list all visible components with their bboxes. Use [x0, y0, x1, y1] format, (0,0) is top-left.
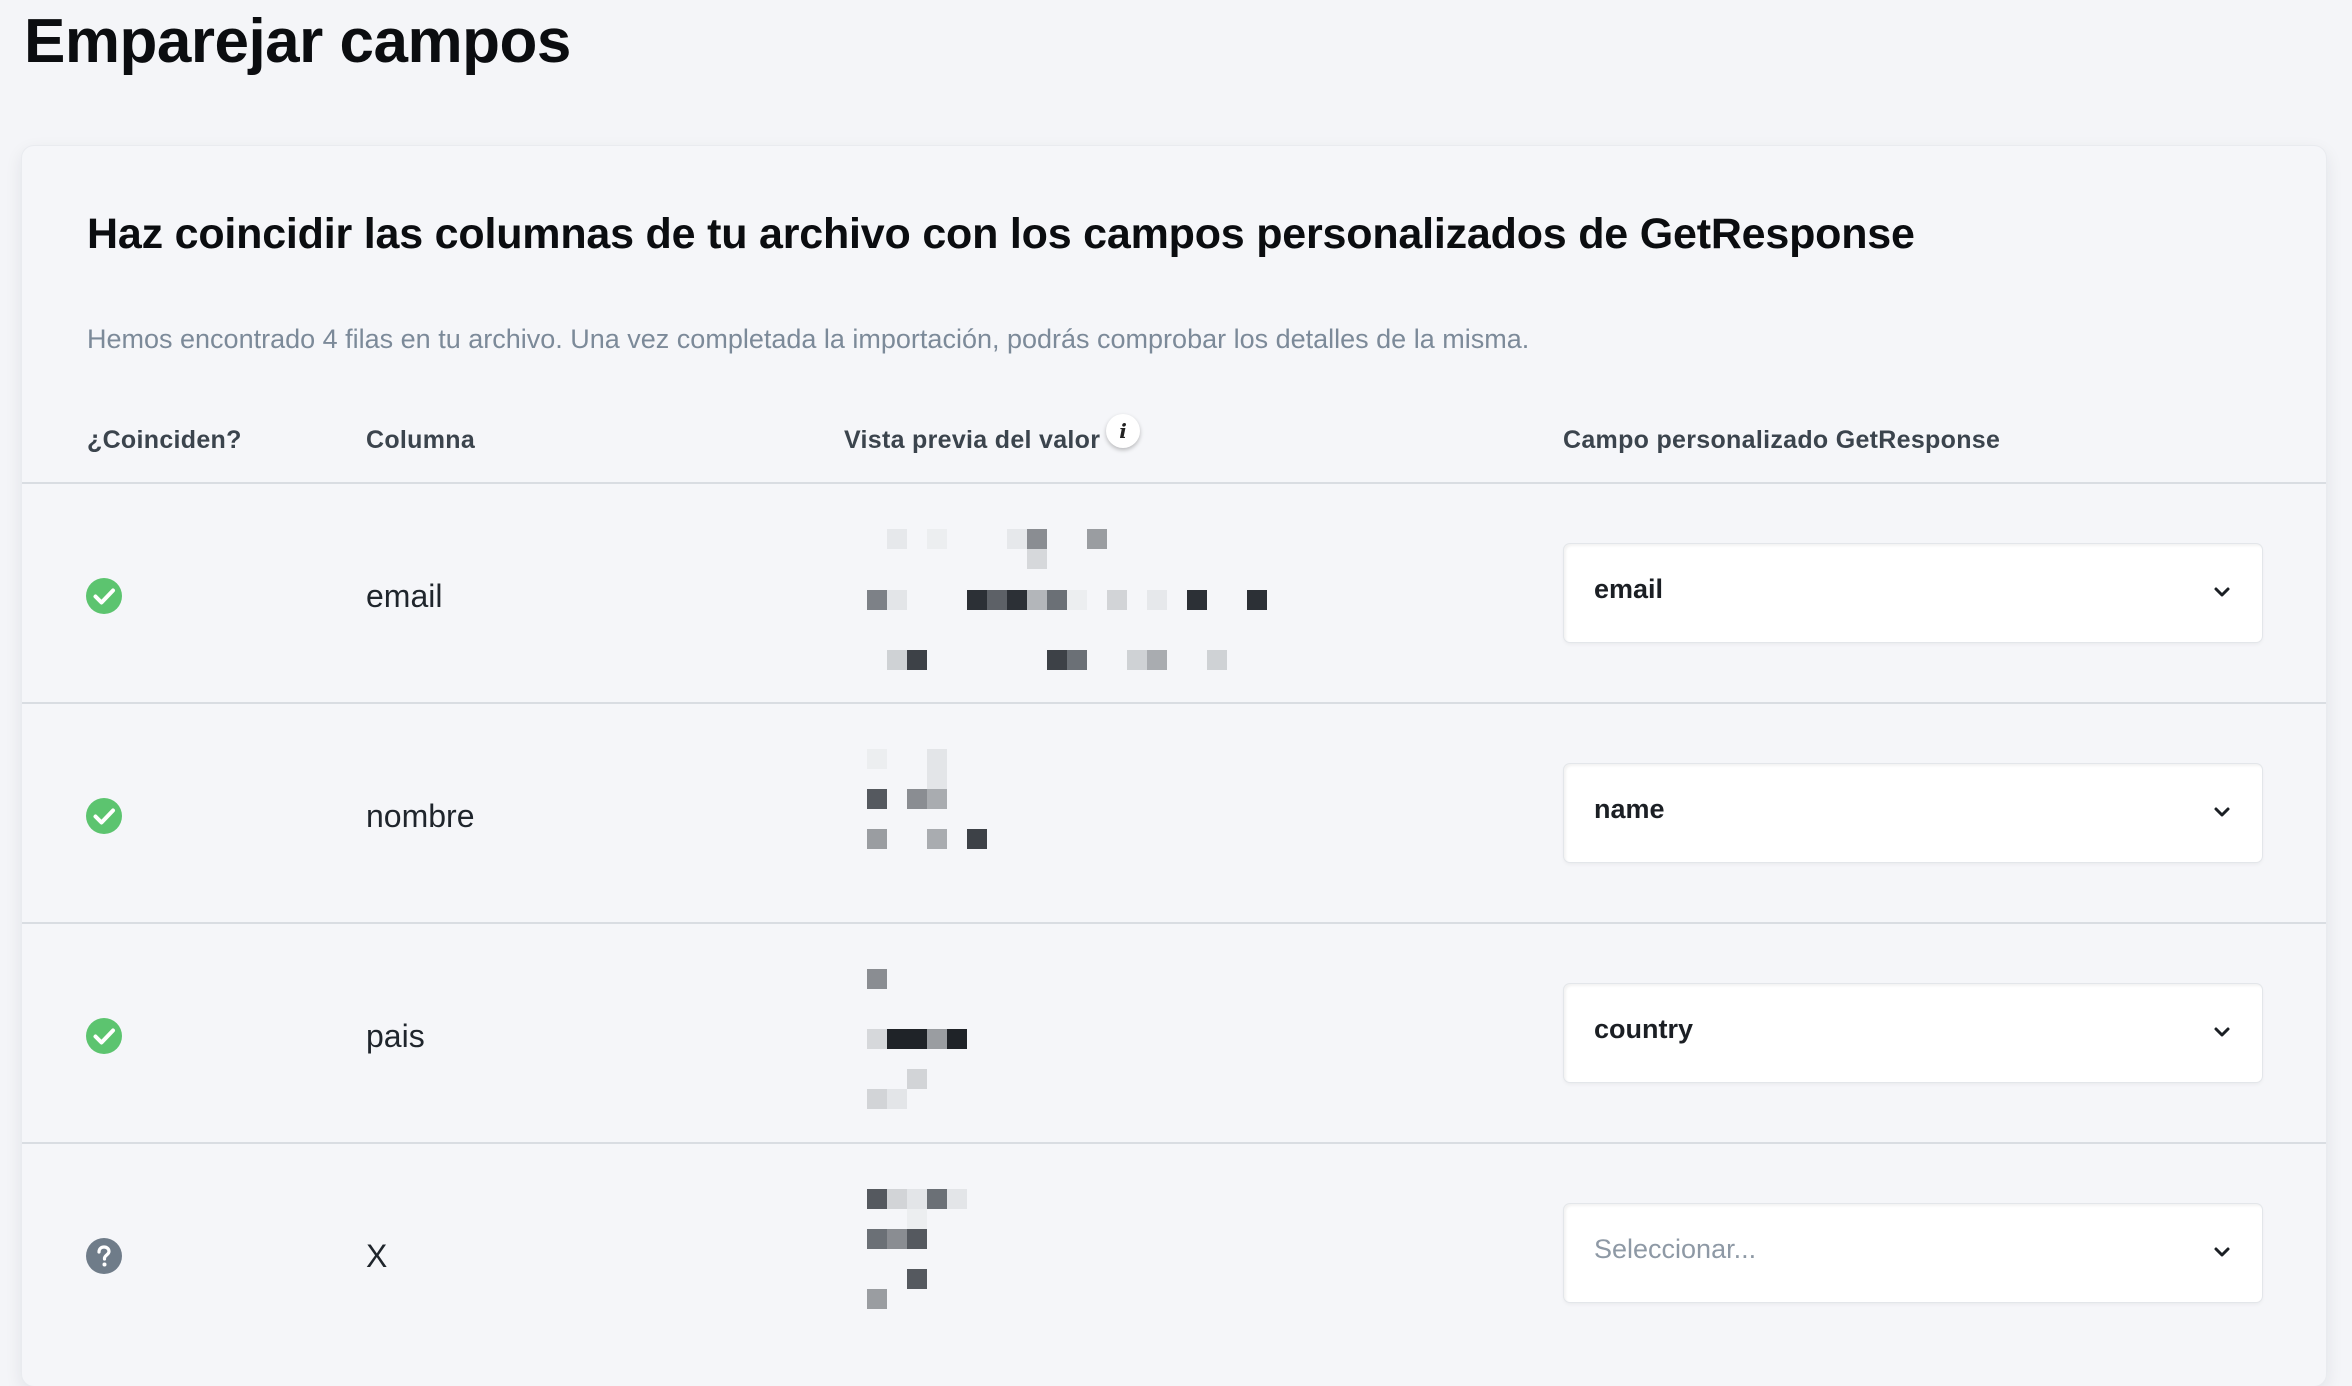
table-row: pais country: [22, 922, 2326, 1144]
check-circle-icon: [86, 578, 122, 614]
field-select[interactable]: email: [1564, 544, 2262, 642]
table-row: email email: [22, 482, 2326, 704]
column-name: X: [366, 1238, 388, 1274]
field-select[interactable]: Seleccionar...: [1564, 1204, 2262, 1302]
chevron-down-icon: [2214, 1247, 2230, 1257]
value-preview: [842, 964, 1282, 1114]
select-value: name: [1594, 794, 1665, 824]
column-name: nombre: [366, 798, 475, 834]
check-circle-icon: [86, 1018, 122, 1054]
value-preview: [842, 744, 1282, 894]
field-select[interactable]: name: [1564, 764, 2262, 862]
card-description: Hemos encontrado 4 filas en tu archivo. …: [87, 324, 1530, 354]
question-circle-icon: [86, 1238, 122, 1274]
field-mapping-card: Haz coincidir las columnas de tu archivo…: [22, 146, 2326, 1386]
table-header: ¿Coinciden? Columna Vista previa del val…: [22, 414, 2326, 470]
field-select[interactable]: country: [1564, 984, 2262, 1082]
header-match: ¿Coinciden?: [87, 426, 242, 454]
card-title: Haz coincidir las columnas de tu archivo…: [87, 210, 1915, 258]
select-value: email: [1594, 574, 1664, 604]
column-name: email: [366, 578, 443, 614]
select-value: country: [1594, 1014, 1694, 1044]
header-column: Columna: [366, 426, 476, 454]
table-row: X Seleccionar...: [22, 1142, 2326, 1364]
chevron-down-icon: [2214, 587, 2230, 597]
table-row: nombre name: [22, 702, 2326, 924]
check-circle-icon: [86, 798, 122, 834]
column-name: pais: [366, 1018, 425, 1054]
page-title: Emparejar campos: [24, 7, 571, 76]
header-preview: Vista previa del valor: [844, 426, 1101, 454]
value-preview: [842, 1184, 1282, 1334]
info-icon[interactable]: i: [1106, 414, 1140, 448]
select-placeholder: Seleccionar...: [1594, 1234, 1757, 1264]
chevron-down-icon: [2214, 1027, 2230, 1037]
value-preview: [842, 524, 1282, 674]
chevron-down-icon: [2214, 807, 2230, 817]
header-field: Campo personalizado GetResponse: [1563, 426, 2001, 454]
